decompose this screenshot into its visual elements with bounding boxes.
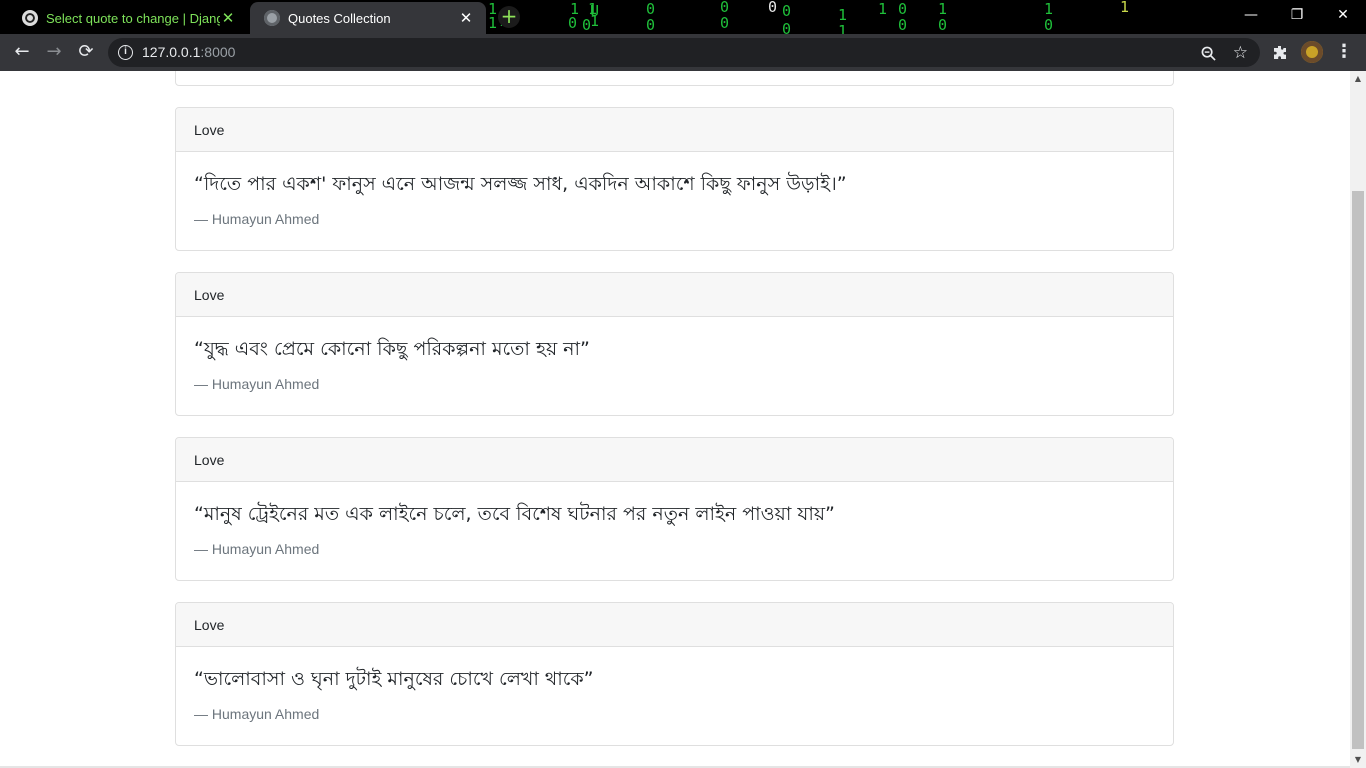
quote-category: Love (176, 108, 1173, 152)
quote-card-partial (175, 71, 1174, 86)
address-bar[interactable]: i 127.0.0.1:8000 ☆ (108, 38, 1260, 67)
quote-card: Love “ভালোবাসা ও ঘৃনা দুটাই মানুষের চোখে… (175, 602, 1174, 746)
page-viewport: Love “দিতে পার একশ' ফানুস এনে আজন্ম সলজ্… (0, 71, 1350, 768)
info-icon[interactable]: i (118, 45, 133, 60)
close-tab-icon[interactable]: ✕ (220, 9, 236, 27)
restore-button[interactable]: ❐ (1274, 0, 1320, 30)
close-window-button[interactable]: ✕ (1320, 0, 1366, 30)
scroll-up-arrow-icon[interactable]: ▲ (1350, 71, 1366, 87)
quote-author: — Humayun Ahmed (194, 211, 320, 227)
url-text: 127.0.0.1:8000 (142, 38, 235, 67)
quote-body: “যুদ্ধ এবং প্রেমে কোনো কিছু পরিকল্পনা মত… (176, 317, 1173, 415)
quote-card: Love “মানুষ ট্রেইনের মত এক লাইনে চলে, তব… (175, 437, 1174, 581)
scroll-down-arrow-icon[interactable]: ▼ (1350, 752, 1366, 768)
url-host: 127.0.0.1 (142, 44, 201, 60)
new-tab-button[interactable]: + (498, 6, 520, 28)
scrollbar-thumb[interactable] (1352, 191, 1364, 749)
profile-avatar[interactable] (1301, 41, 1323, 63)
quote-body: “ভালোবাসা ও ঘৃনা দুটাই মানুষের চোখে লেখা… (176, 647, 1173, 745)
forward-button[interactable]: → (40, 38, 68, 66)
back-button[interactable]: ← (8, 38, 36, 66)
vertical-scrollbar[interactable]: ▲ ▼ (1350, 71, 1366, 768)
quote-category: Love (176, 273, 1173, 317)
quote-text: “যুদ্ধ এবং প্রেমে কোনো কিছু পরিকল্পনা মত… (194, 338, 590, 360)
reload-button[interactable]: ⟳ (72, 38, 100, 66)
browser-toolbar: ← → ⟳ i 127.0.0.1:8000 ☆ ⋮ (0, 34, 1366, 71)
quote-text: “ভালোবাসা ও ঘৃনা দুটাই মানুষের চোখে লেখা… (194, 668, 594, 690)
extensions-icon[interactable] (1266, 38, 1294, 66)
minimize-button[interactable]: — (1228, 0, 1274, 30)
quote-text: “দিতে পার একশ' ফানুস এনে আজন্ম সলজ্জ সাধ… (194, 173, 847, 195)
tab-title: Select quote to change | Django (46, 10, 220, 26)
quote-body: “দিতে পার একশ' ফানুস এনে আজন্ম সলজ্জ সাধ… (176, 152, 1173, 250)
zoom-icon[interactable] (1201, 38, 1216, 67)
star-icon[interactable]: ☆ (1233, 38, 1248, 67)
close-tab-icon[interactable]: ✕ (458, 9, 474, 27)
quote-author: — Humayun Ahmed (194, 706, 320, 722)
quote-author: — Humayun Ahmed (194, 541, 320, 557)
quote-body: “মানুষ ট্রেইনের মত এক লাইনে চলে, তবে বিশ… (176, 482, 1173, 580)
quote-card: Love “যুদ্ধ এবং প্রেমে কোনো কিছু পরিকল্প… (175, 272, 1174, 416)
quote-text: “মানুষ ট্রেইনের মত এক লাইনে চলে, তবে বিশ… (194, 503, 835, 525)
url-port: :8000 (200, 44, 236, 60)
globe-icon (264, 10, 280, 26)
globe-icon (22, 10, 38, 26)
menu-icon[interactable]: ⋮ (1330, 38, 1358, 66)
quote-card: Love “দিতে পার একশ' ফানুস এনে আজন্ম সলজ্… (175, 107, 1174, 251)
quote-author: — Humayun Ahmed (194, 376, 320, 392)
tab-quotes-collection[interactable]: Quotes Collection ✕ (250, 2, 486, 34)
tab-title: Quotes Collection (288, 10, 391, 26)
tab-strip: 11 )1 1 00 U1 00 00 00 0 11 10 01 01 01 … (0, 0, 1366, 34)
quote-category: Love (176, 438, 1173, 482)
quote-category: Love (176, 603, 1173, 647)
tab-django-admin[interactable]: Select quote to change | Django ✕ (8, 2, 248, 34)
